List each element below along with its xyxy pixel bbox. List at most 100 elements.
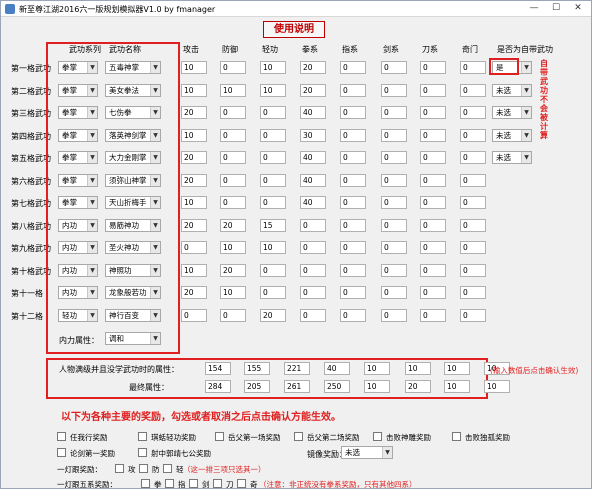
stat-input[interactable]: 0 (340, 174, 366, 187)
inner-attribute-select[interactable]: 调和 ▼ (105, 332, 161, 345)
stat-input[interactable]: 10 (181, 84, 207, 97)
stat-input[interactable]: 40 (300, 151, 326, 164)
stat-input[interactable]: 0 (300, 309, 326, 322)
custom-skill-select[interactable]: 未选 ▼ (492, 151, 532, 164)
stat-input[interactable]: 10 (181, 264, 207, 277)
stat-input[interactable]: 20 (181, 174, 207, 187)
stat-input[interactable]: 0 (420, 151, 446, 164)
yideng-option-2-checkbox[interactable] (163, 464, 172, 473)
stat-input[interactable]: 0 (420, 219, 446, 232)
stat-input[interactable]: 40 (300, 196, 326, 209)
minimize-button[interactable]: — (525, 2, 543, 15)
five-school-option-4-checkbox[interactable] (237, 479, 246, 488)
base-attr-input[interactable]: 10 (405, 362, 431, 375)
stat-input[interactable]: 0 (460, 151, 486, 164)
custom-skill-select[interactable]: 未选 ▼ (492, 84, 532, 97)
stat-input[interactable]: 0 (340, 196, 366, 209)
stat-input[interactable]: 0 (460, 264, 486, 277)
stat-input[interactable]: 0 (220, 309, 246, 322)
stat-input[interactable]: 10 (181, 129, 207, 142)
reward-row1-0-checkbox[interactable] (57, 432, 66, 441)
stat-input[interactable]: 0 (300, 264, 326, 277)
stat-input[interactable]: 0 (260, 106, 286, 119)
stat-input[interactable]: 0 (420, 241, 446, 254)
reward-row1-2-checkbox[interactable] (215, 432, 224, 441)
stat-input[interactable]: 0 (220, 174, 246, 187)
stat-input[interactable]: 0 (340, 106, 366, 119)
stat-input[interactable]: 30 (300, 129, 326, 142)
stat-input[interactable]: 0 (340, 309, 366, 322)
stat-input[interactable]: 0 (420, 286, 446, 299)
stat-input[interactable]: 0 (381, 196, 407, 209)
five-school-option-0-checkbox[interactable] (141, 479, 150, 488)
stat-input[interactable]: 0 (420, 61, 446, 74)
stat-input[interactable]: 0 (260, 174, 286, 187)
stat-input[interactable]: 0 (340, 264, 366, 277)
stat-input[interactable]: 0 (381, 264, 407, 277)
stat-input[interactable]: 10 (181, 196, 207, 209)
stat-input[interactable]: 0 (460, 106, 486, 119)
reward-row1-5-checkbox[interactable] (452, 432, 461, 441)
stat-input[interactable]: 0 (340, 286, 366, 299)
maximize-button[interactable]: ☐ (547, 2, 565, 15)
reward-row2-1-checkbox[interactable] (138, 448, 147, 457)
stat-input[interactable]: 10 (260, 241, 286, 254)
stat-input[interactable]: 0 (340, 61, 366, 74)
stat-input[interactable]: 20 (181, 286, 207, 299)
stat-input[interactable]: 0 (460, 309, 486, 322)
mirror-reward-select[interactable]: 未选 ▼ (341, 446, 393, 459)
stat-input[interactable]: 0 (260, 286, 286, 299)
reward-row2-0-checkbox[interactable] (57, 448, 66, 457)
stat-input[interactable]: 0 (220, 106, 246, 119)
stat-input[interactable]: 0 (460, 129, 486, 142)
stat-input[interactable]: 0 (300, 241, 326, 254)
stat-input[interactable]: 0 (260, 264, 286, 277)
base-attr-input[interactable]: 154 (205, 362, 231, 375)
reward-row1-4-checkbox[interactable] (373, 432, 382, 441)
base-attr-input[interactable]: 40 (324, 362, 350, 375)
help-button[interactable]: 使用说明 (263, 21, 325, 38)
stat-input[interactable]: 0 (260, 129, 286, 142)
stat-input[interactable]: 0 (181, 309, 207, 322)
stat-input[interactable]: 0 (381, 151, 407, 164)
stat-input[interactable]: 0 (340, 151, 366, 164)
reward-row1-1-checkbox[interactable] (138, 432, 147, 441)
stat-input[interactable]: 40 (300, 174, 326, 187)
five-school-option-3-checkbox[interactable] (213, 479, 222, 488)
custom-skill-select[interactable]: 未选 ▼ (492, 129, 532, 142)
stat-input[interactable]: 0 (460, 241, 486, 254)
stat-input[interactable]: 0 (300, 219, 326, 232)
stat-input[interactable]: 0 (460, 61, 486, 74)
stat-input[interactable]: 0 (260, 196, 286, 209)
stat-input[interactable]: 20 (220, 264, 246, 277)
stat-input[interactable]: 20 (300, 84, 326, 97)
close-button[interactable]: ✕ (569, 2, 587, 15)
stat-input[interactable]: 20 (181, 151, 207, 164)
stat-input[interactable]: 0 (460, 196, 486, 209)
stat-input[interactable]: 0 (420, 84, 446, 97)
stat-input[interactable]: 0 (420, 309, 446, 322)
stat-input[interactable]: 20 (181, 219, 207, 232)
stat-input[interactable]: 10 (220, 241, 246, 254)
stat-input[interactable]: 0 (340, 241, 366, 254)
stat-input[interactable]: 0 (460, 174, 486, 187)
yideng-option-0-checkbox[interactable] (115, 464, 124, 473)
stat-input[interactable]: 0 (381, 106, 407, 119)
stat-input[interactable]: 0 (460, 286, 486, 299)
stat-input[interactable]: 0 (381, 241, 407, 254)
stat-input[interactable]: 0 (420, 106, 446, 119)
stat-input[interactable]: 20 (260, 309, 286, 322)
base-attr-input[interactable]: 155 (244, 362, 270, 375)
stat-input[interactable]: 10 (260, 84, 286, 97)
stat-input[interactable]: 0 (381, 84, 407, 97)
stat-input[interactable]: 20 (181, 106, 207, 119)
stat-input[interactable]: 0 (381, 174, 407, 187)
base-attr-input[interactable]: 221 (284, 362, 310, 375)
stat-input[interactable]: 0 (460, 219, 486, 232)
stat-input[interactable]: 10 (181, 61, 207, 74)
stat-input[interactable]: 0 (381, 309, 407, 322)
stat-input[interactable]: 10 (260, 61, 286, 74)
base-attr-input[interactable]: 10 (444, 362, 470, 375)
yideng-option-1-checkbox[interactable] (139, 464, 148, 473)
stat-input[interactable]: 0 (220, 129, 246, 142)
